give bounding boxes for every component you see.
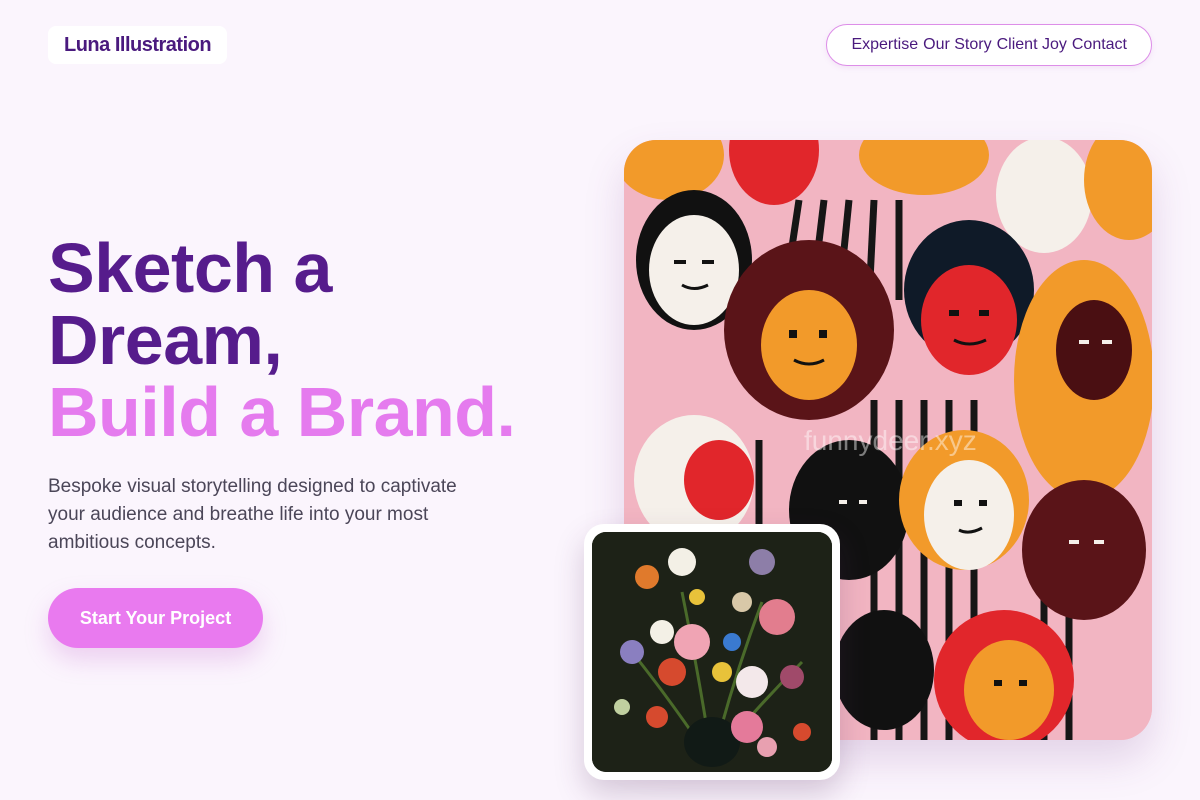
mural-watermark: funnydeer.xyz (804, 425, 977, 456)
main-nav: Expertise Our Story Client Joy Contact (826, 24, 1152, 66)
headline-line-2: Dream, (48, 301, 283, 379)
inset-image-frame (584, 524, 840, 780)
start-project-button[interactable]: Start Your Project (48, 588, 263, 648)
nav-item-contact[interactable]: Contact (1072, 36, 1127, 54)
headline-line-1: Sketch a (48, 229, 332, 307)
hero-headline: Sketch a Dream, Build a Brand. (48, 232, 588, 448)
nav-item-our-story[interactable]: Our Story (923, 36, 991, 54)
flower-bouquet-illustration (592, 532, 832, 772)
hero-description: Bespoke visual storytelling designed to … (48, 476, 457, 553)
headline-line-3: Build a Brand. (48, 373, 516, 451)
nav-item-expertise[interactable]: Expertise (851, 36, 918, 54)
flower-painting-image (592, 532, 832, 772)
nav-item-client-joy[interactable]: Client Joy (997, 36, 1067, 54)
brand-logo[interactable]: Luna Illustration (48, 26, 228, 64)
